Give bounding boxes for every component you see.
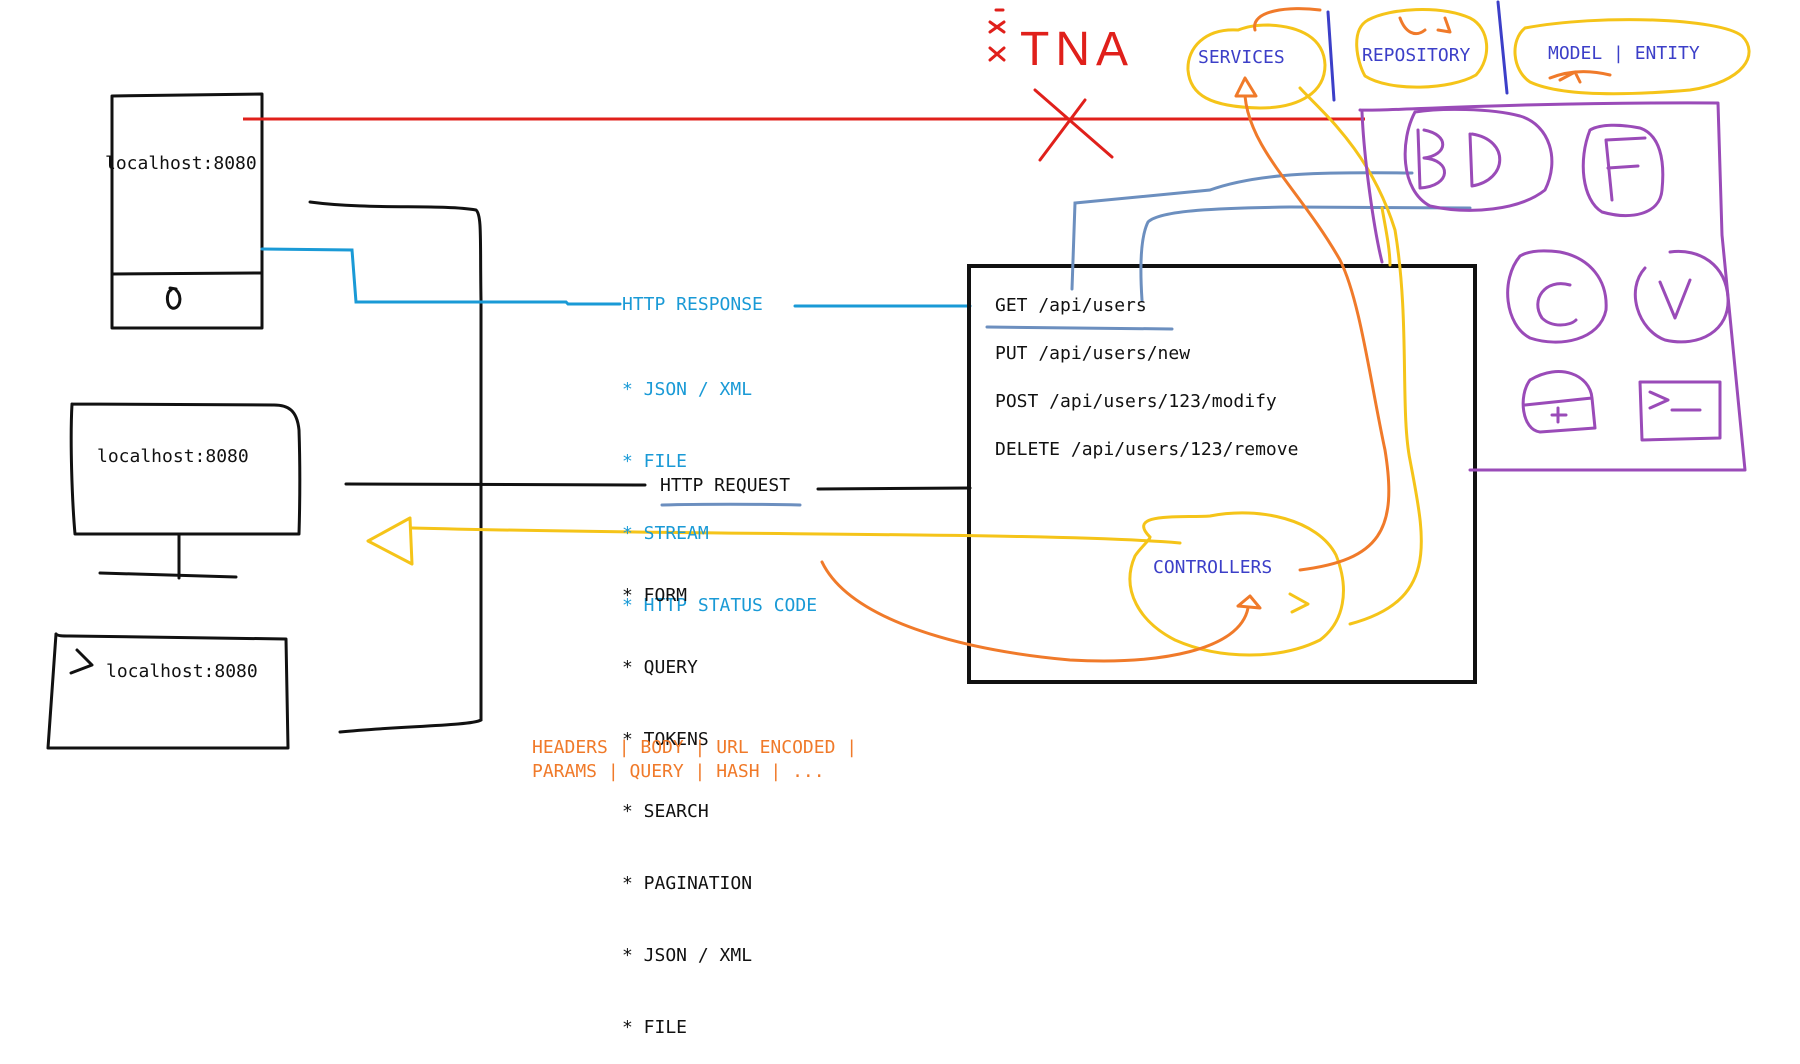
request-item: * FILE [622, 1017, 688, 1038]
response-title: HTTP RESPONSE [622, 294, 763, 315]
repository-label: REPOSITORY [1362, 45, 1471, 66]
request-items: * FORM * QUERY * TOKENS * SEARCH * PAGIN… [622, 536, 752, 1064]
terminal-label: localhost:8080 [106, 661, 258, 682]
desktop-label: localhost:8080 [97, 446, 249, 467]
v-bubble [1633, 249, 1730, 344]
transport-line-1: HEADERS | BODY | URL ENCODED | [532, 737, 858, 758]
return-arrow-head [366, 516, 414, 566]
response-item: * FILE [622, 451, 688, 472]
request-item: * JSON / XML [622, 945, 753, 966]
endpoint-get: GET /api/users [995, 295, 1147, 316]
request-title: HTTP REQUEST [660, 475, 791, 496]
terminal-device [46, 632, 290, 750]
response-lines [260, 247, 972, 308]
request-item: * SEARCH [622, 801, 709, 822]
transport-line-2: PARAMS | QUERY | HASH | ... [532, 761, 825, 782]
whiteboard-canvas [46, 0, 1751, 750]
get-underline [985, 325, 1174, 331]
controllers-label: CONTROLLERS [1153, 557, 1273, 578]
resources-panel [1358, 101, 1747, 472]
c-bubble [1506, 249, 1608, 344]
request-item: * PAGINATION [622, 873, 753, 894]
endpoint-put: PUT /api/users/new [995, 343, 1191, 364]
controller-return [366, 8, 1751, 657]
tna-title: TNA [1020, 23, 1134, 76]
controllers-bubble [1128, 511, 1345, 657]
model-entity-label: MODEL | ENTITY [1548, 43, 1700, 64]
phone-label: localhost:8080 [105, 153, 257, 174]
endpoint-post: POST /api/users/123/modify [995, 391, 1277, 412]
request-item: * QUERY [622, 657, 698, 678]
cross-icon [1033, 88, 1114, 162]
endpoint-delete: DELETE /api/users/123/remove [995, 439, 1299, 460]
db-links [1070, 171, 1472, 302]
request-item: * FORM [622, 585, 688, 606]
client-bracket [308, 200, 483, 734]
services-label: SERVICES [1198, 47, 1285, 68]
terminal-icon [1638, 380, 1722, 442]
prompt-icon [69, 648, 94, 675]
power-icon [165, 286, 182, 310]
response-item: * JSON / XML [622, 379, 753, 400]
desktop-device [69, 402, 302, 580]
phone-device [110, 92, 264, 330]
lock-icon [1521, 370, 1597, 434]
